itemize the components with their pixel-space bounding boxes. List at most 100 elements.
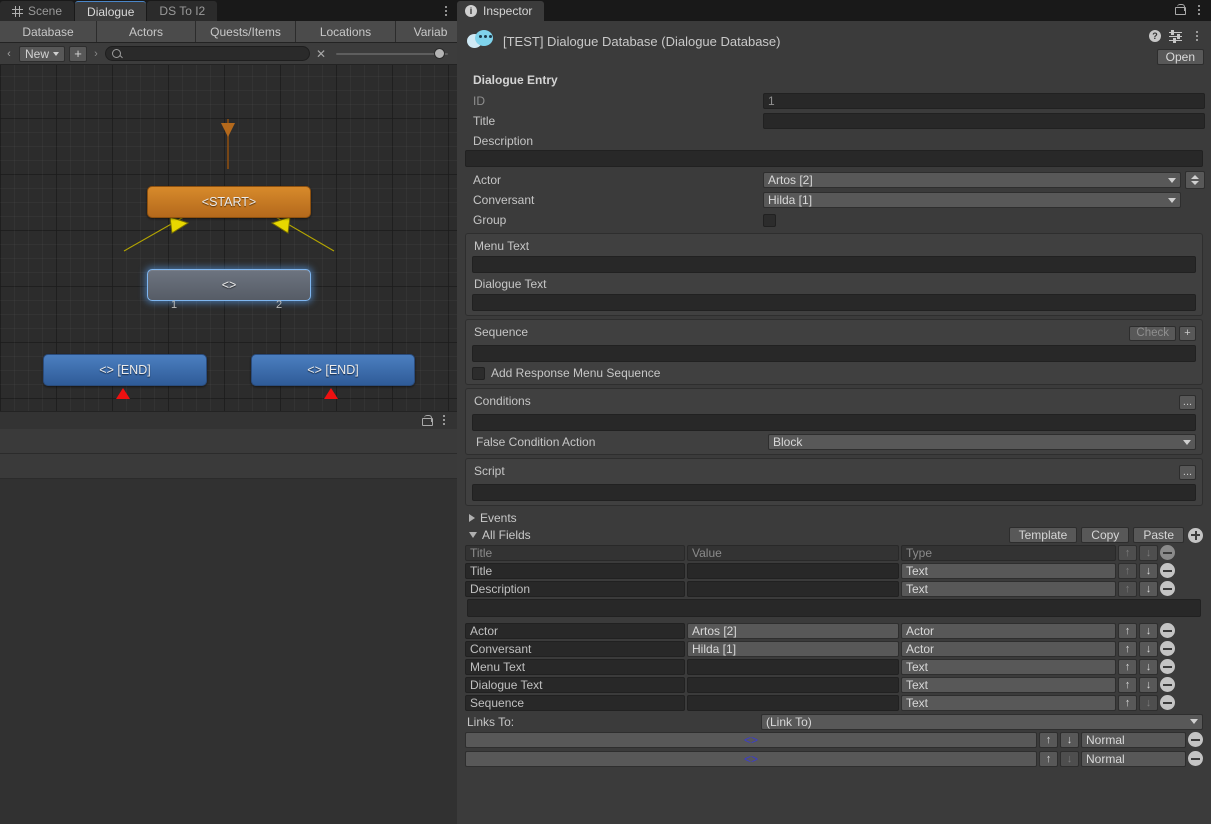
field-value-dropdown[interactable]: Artos [2]	[687, 622, 899, 639]
window-menu-icon[interactable]	[439, 4, 453, 18]
field-title-input[interactable]: Dialogue Text	[465, 676, 685, 693]
conditions-input[interactable]	[472, 414, 1196, 431]
inspector-object-menu-icon[interactable]	[1190, 31, 1204, 41]
field-extra-row[interactable]	[467, 599, 1201, 617]
move-up-button[interactable]: ↑	[1118, 658, 1137, 675]
db-tab-quests-items[interactable]: Quests/Items	[196, 21, 296, 42]
copy-button[interactable]: Copy	[1081, 527, 1130, 543]
menu-text-input[interactable]	[472, 256, 1196, 273]
lock-icon[interactable]	[422, 414, 433, 426]
move-down-button[interactable]: ↓	[1139, 580, 1158, 597]
move-down-button[interactable]: ↓	[1139, 694, 1158, 711]
link-priority-dropdown[interactable]: Normal	[1081, 750, 1186, 767]
remove-link-button[interactable]	[1188, 751, 1203, 766]
preset-icon[interactable]	[1169, 29, 1182, 43]
link-move-down-button[interactable]: ↓	[1060, 731, 1079, 748]
node-end-2[interactable]: <> [END]	[251, 354, 415, 386]
move-down-button[interactable]: ↓	[1139, 622, 1158, 639]
remove-field-button[interactable]	[1160, 623, 1175, 638]
tab-inspector[interactable]: i Inspector	[457, 1, 545, 21]
script-input[interactable]	[472, 484, 1196, 501]
panel-menu-icon[interactable]	[437, 415, 451, 425]
paste-button[interactable]: Paste	[1133, 527, 1184, 543]
sequence-input[interactable]	[472, 345, 1196, 362]
db-tab-variables[interactable]: Variab	[396, 21, 457, 42]
move-up-button[interactable]: ↑	[1118, 640, 1137, 657]
remove-field-button[interactable]	[1160, 563, 1175, 578]
title-input[interactable]	[763, 113, 1205, 129]
remove-link-button[interactable]	[1188, 732, 1203, 747]
field-type-dropdown[interactable]: Text	[901, 676, 1116, 693]
script-wizard-button[interactable]: ...	[1179, 464, 1196, 480]
link-priority-dropdown[interactable]: Normal	[1081, 731, 1186, 748]
clear-search-icon[interactable]: ✕	[314, 47, 328, 61]
link-target-button[interactable]: <>	[465, 750, 1037, 767]
field-value-input[interactable]	[687, 658, 899, 675]
field-type-dropdown[interactable]: Text	[901, 694, 1116, 711]
nav-forward-icon[interactable]: ›	[91, 48, 101, 60]
field-value-input[interactable]	[687, 580, 899, 597]
conditions-wizard-button[interactable]: ...	[1179, 394, 1196, 410]
inspector-lock-icon[interactable]	[1175, 4, 1186, 15]
group-checkbox[interactable]	[763, 213, 776, 227]
field-type-dropdown[interactable]: Text	[901, 580, 1116, 597]
actor-stepper[interactable]	[1185, 171, 1205, 189]
template-button[interactable]: Template	[1008, 527, 1078, 543]
move-up-button[interactable]: ↑	[1118, 622, 1137, 639]
move-up-button[interactable]: ↑	[1118, 580, 1137, 597]
remove-field-button[interactable]	[1160, 677, 1175, 692]
field-type-dropdown[interactable]: Text	[901, 562, 1116, 579]
move-up-button[interactable]: ↑	[1118, 694, 1137, 711]
description-input[interactable]	[465, 150, 1203, 167]
link-move-up-button[interactable]: ↑	[1039, 731, 1058, 748]
move-up-button[interactable]: ↑	[1118, 676, 1137, 693]
conversant-dropdown[interactable]: Hilda [1]	[763, 192, 1181, 208]
db-tab-locations[interactable]: Locations	[296, 21, 396, 42]
link-to-dropdown[interactable]: (Link To)	[761, 713, 1203, 730]
link-target-button[interactable]: <>	[465, 731, 1037, 748]
field-title-input[interactable]: Sequence	[465, 694, 685, 711]
move-up-button[interactable]: ↑	[1118, 562, 1137, 579]
move-down-button[interactable]: ↓	[1139, 658, 1158, 675]
remove-field-button[interactable]	[1160, 695, 1175, 710]
node-start[interactable]: <START>	[147, 186, 311, 218]
field-type-dropdown[interactable]: Text	[901, 658, 1116, 675]
actor-dropdown[interactable]: Artos [2]	[763, 172, 1181, 188]
node-entry-1[interactable]: <>	[147, 269, 311, 301]
inspector-menu-icon[interactable]	[1192, 4, 1206, 15]
sequence-add-button[interactable]: +	[1179, 325, 1196, 341]
db-tab-actors[interactable]: Actors	[97, 21, 196, 42]
field-type-dropdown[interactable]: Actor	[901, 622, 1116, 639]
node-end-1[interactable]: <> [END]	[43, 354, 207, 386]
move-down-button[interactable]: ↓	[1139, 676, 1158, 693]
move-down-button[interactable]: ↓	[1139, 562, 1158, 579]
db-tab-database[interactable]: Database	[0, 21, 97, 42]
sequence-check-button[interactable]: Check	[1129, 325, 1176, 341]
remove-field-button[interactable]	[1160, 659, 1175, 674]
dialogue-node-canvas[interactable]: <START> <> 1 2 <> [END] <> [END] Actor: …	[0, 65, 457, 411]
help-icon[interactable]: ?	[1149, 30, 1161, 42]
nav-back-icon[interactable]: ‹	[3, 48, 15, 60]
field-title-input[interactable]: Title	[465, 562, 685, 579]
dialogue-text-input[interactable]	[472, 294, 1196, 311]
field-title-input[interactable]: Actor	[465, 622, 685, 639]
link-move-down-button[interactable]: ↓	[1060, 750, 1079, 767]
new-dropdown-button[interactable]: New	[19, 45, 66, 62]
link-move-up-button[interactable]: ↑	[1039, 750, 1058, 767]
field-title-input[interactable]: Menu Text	[465, 658, 685, 675]
field-type-dropdown[interactable]: Actor	[901, 640, 1116, 657]
search-input[interactable]	[105, 46, 311, 61]
tab-dialogue[interactable]: Dialogue	[75, 1, 147, 21]
tab-scene[interactable]: Scene	[0, 1, 75, 21]
field-value-input[interactable]	[687, 676, 899, 693]
field-value-input[interactable]	[687, 694, 899, 711]
false-condition-action-dropdown[interactable]: Block	[768, 434, 1196, 450]
zoom-slider[interactable]	[332, 47, 454, 61]
add-field-button[interactable]	[1188, 527, 1203, 543]
field-title-input[interactable]: Description	[465, 580, 685, 597]
field-title-input[interactable]: Conversant	[465, 640, 685, 657]
add-response-menu-sequence-checkbox[interactable]	[472, 366, 485, 380]
field-value-input[interactable]	[687, 562, 899, 579]
move-down-button[interactable]: ↓	[1139, 640, 1158, 657]
zoom-slider-handle[interactable]	[434, 48, 446, 59]
